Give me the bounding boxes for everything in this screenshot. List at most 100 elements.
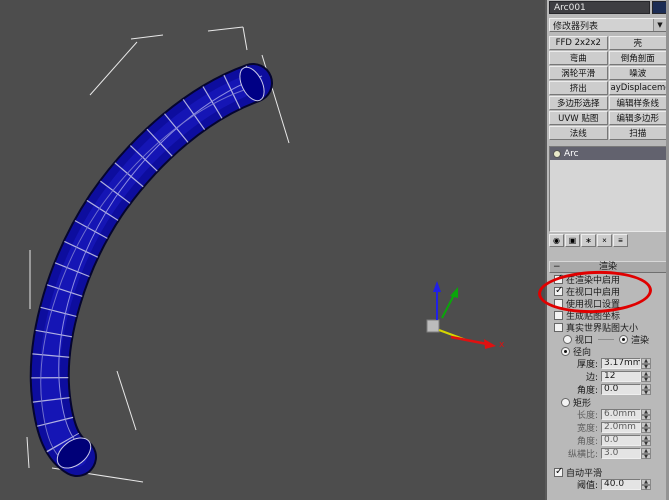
threshold-input[interactable]: 40.0 [601, 479, 641, 490]
aspect-label: 纵横比: [567, 450, 598, 460]
width-spinner[interactable]: ▲ ▼ [641, 422, 651, 433]
sides-spinner[interactable]: ▲ ▼ [641, 371, 651, 382]
divider [598, 338, 615, 340]
pin-stack-icon[interactable]: ◉ [549, 234, 564, 247]
length-input[interactable]: 6.0mm [601, 409, 641, 420]
aspect-input[interactable]: 3.0 [601, 448, 641, 459]
auto-smooth-label: 自动平滑 [566, 468, 603, 479]
viewport-canvas[interactable]: x [0, 0, 545, 500]
axis-x-arrow[interactable] [450, 335, 488, 346]
checkbox-label: 真实世界贴图大小 [566, 323, 639, 334]
radio-radial-label: 径向 [573, 347, 592, 358]
radio-radial[interactable] [561, 346, 570, 356]
3dsmax-window: x Arc001 修改器列表 ▼ FFD 2x2x2 壳 弯曲 倒角剖面 涡轮平… [0, 0, 669, 500]
make-unique-icon[interactable]: ∗ [581, 234, 596, 247]
object-name-row: Arc001 [549, 1, 667, 14]
stack-item-arc[interactable]: Arc [550, 147, 666, 160]
aspect-row: 纵横比: 3.0 ▲ ▼ [549, 447, 667, 460]
modifier-stack-list[interactable]: Arc [549, 146, 667, 232]
rect-angle-row: 角度: 0.0 ▲ ▼ [549, 434, 667, 447]
checkbox-use-viewport-settings[interactable]: 使用视口设置 [549, 297, 667, 309]
checkbox-enable-in-viewport[interactable]: 在视口中启用 [549, 285, 667, 297]
width-row: 宽度: 2.0mm ▲ ▼ [549, 421, 667, 434]
length-row: 长度: 6.0mm ▲ ▼ [549, 408, 667, 421]
modifier-button-normal[interactable]: 法线 [549, 126, 608, 140]
checkbox-label: 生成贴图坐标 [566, 311, 621, 322]
thickness-spinner[interactable]: ▲ ▼ [641, 358, 651, 369]
radio-renderer-label: 渲染 [631, 335, 650, 346]
show-end-result-icon[interactable]: ▣ [565, 234, 580, 247]
modifier-button-turbosmooth[interactable]: 涡轮平滑 [549, 66, 608, 80]
radio-rectangular[interactable] [561, 397, 570, 407]
modifier-button-ffd2x2x2[interactable]: FFD 2x2x2 [549, 36, 608, 50]
object-name-field[interactable]: Arc001 [549, 1, 650, 14]
modifier-button-bend[interactable]: 弯曲 [549, 51, 608, 65]
rect-angle-spinner[interactable]: ▲ ▼ [641, 435, 651, 446]
aspect-spinner[interactable]: ▲ ▼ [641, 448, 651, 459]
checkbox-icon[interactable] [554, 273, 563, 284]
checkbox-icon[interactable] [554, 322, 563, 332]
rollout-rendering-header[interactable]: − 渲染 [549, 261, 667, 273]
modifier-button-grid: FFD 2x2x2 壳 弯曲 倒角剖面 涡轮平滑 噪波 挤出 ayDisplac… [549, 36, 667, 140]
lightbulb-icon[interactable] [553, 149, 561, 158]
checkbox-label: 使用视口设置 [566, 299, 621, 310]
radio-radial-row[interactable]: 径向 [549, 345, 667, 357]
checkbox-real-world-map-size[interactable]: 真实世界贴图大小 [549, 321, 667, 333]
threshold-spinner[interactable]: ▲ ▼ [641, 479, 651, 490]
stack-item-label: Arc [564, 148, 579, 159]
configure-modifier-sets-icon[interactable]: ≡ [613, 234, 628, 247]
chevron-down-icon[interactable]: ▼ [653, 19, 666, 31]
modifier-button-displacement[interactable]: ayDisplacement [608, 81, 667, 95]
angle-input[interactable]: 0.0 [601, 384, 641, 395]
sides-row: 边: 12 ▲ ▼ [549, 370, 667, 383]
arc-tube-object[interactable] [29, 63, 273, 477]
thickness-input[interactable]: 3.17mm [601, 358, 641, 369]
threshold-label: 阈值: [576, 481, 598, 491]
modifier-button-sweep[interactable]: 扫描 [608, 126, 667, 140]
checkbox-label: 在视口中启用 [566, 287, 621, 298]
collapse-icon[interactable]: − [553, 262, 561, 272]
remove-modifier-icon[interactable]: × [597, 234, 612, 247]
checkbox-icon[interactable] [554, 310, 563, 320]
modifier-button-edit-spline[interactable]: 编辑样条线 [608, 96, 667, 110]
length-spinner[interactable]: ▲ ▼ [641, 409, 651, 420]
radio-viewport-label: 视口 [575, 335, 594, 346]
checkbox-enable-in-renderer[interactable]: 在渲染中启用 [549, 273, 667, 285]
modifier-list-dropdown[interactable]: 修改器列表 ▼ [549, 18, 667, 32]
sides-label: 边: [585, 373, 598, 383]
angle-label: 角度: [576, 386, 598, 396]
modifier-button-noise[interactable]: 噪波 [608, 66, 667, 80]
rect-angle-label: 角度: [576, 437, 598, 447]
modifier-button-poly-select[interactable]: 多边形选择 [549, 96, 608, 110]
rollout-title: 渲染 [598, 262, 617, 272]
viewport[interactable]: x [0, 0, 545, 500]
stack-toolbar: ◉ ▣ ∗ × ≡ [549, 234, 667, 247]
checkbox-icon[interactable] [554, 298, 563, 308]
checkbox-icon[interactable] [554, 285, 563, 296]
axis-x-label: x [499, 340, 505, 350]
modifier-button-extrude[interactable]: 挤出 [549, 81, 608, 95]
modifier-button-shell[interactable]: 壳 [608, 36, 667, 50]
modifier-list-label: 修改器列表 [553, 21, 599, 32]
checkbox-icon[interactable] [554, 466, 563, 477]
axis-gizmo[interactable]: x [426, 281, 505, 350]
radio-rectangular-row[interactable]: 矩形 [549, 396, 667, 408]
sides-input[interactable]: 12 [601, 371, 641, 382]
angle-spinner[interactable]: ▲ ▼ [641, 384, 651, 395]
checkbox-auto-smooth[interactable]: 自动平滑 [549, 466, 667, 478]
thickness-label: 厚度: [576, 360, 598, 370]
modifier-button-uvw-map[interactable]: UVW 贴图 [549, 111, 608, 125]
rect-angle-input[interactable]: 0.0 [601, 435, 641, 446]
length-label: 长度: [576, 411, 598, 421]
modifier-button-edit-poly[interactable]: 编辑多边形 [608, 111, 667, 125]
checkbox-label: 在渲染中启用 [566, 275, 621, 286]
modifier-button-bevel-profile[interactable]: 倒角剖面 [608, 51, 667, 65]
radio-renderer[interactable] [619, 334, 629, 344]
checkbox-generate-mapping-coords[interactable]: 生成贴图坐标 [549, 309, 667, 321]
width-input[interactable]: 2.0mm [601, 422, 641, 433]
command-panel: Arc001 修改器列表 ▼ FFD 2x2x2 壳 弯曲 倒角剖面 涡轮平滑 … [545, 0, 669, 500]
object-color-swatch[interactable] [652, 1, 667, 14]
thickness-row: 厚度: 3.17mm ▲ ▼ [549, 357, 667, 370]
pivot-box-icon[interactable] [426, 319, 440, 333]
radio-viewport[interactable] [563, 334, 572, 344]
